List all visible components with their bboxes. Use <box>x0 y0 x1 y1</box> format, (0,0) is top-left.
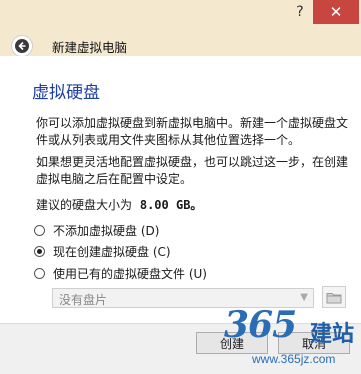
cancel-button[interactable]: 取消 <box>278 332 350 354</box>
radio-label: 现在创建虚拟硬盘 (C) <box>53 245 171 259</box>
chevron-down-icon: ▼ <box>300 292 308 303</box>
radio-existing-disk[interactable]: 使用已有的虚拟硬盘文件 (U) <box>34 265 207 282</box>
folder-icon <box>326 292 342 303</box>
wizard-title: 新建虚拟电脑 <box>52 40 128 55</box>
back-arrow-icon <box>15 39 29 53</box>
back-button[interactable] <box>11 35 33 57</box>
disk-select-value: 没有盘片 <box>59 293 108 307</box>
size-prefix: 建议的硬盘大小为 <box>36 198 133 212</box>
page-heading: 虚拟硬盘 <box>32 83 100 103</box>
close-button[interactable]: ✕ <box>313 0 359 24</box>
size-value: 8.00 GB。 <box>139 198 203 212</box>
radio-label: 使用已有的虚拟硬盘文件 (U) <box>53 267 207 281</box>
radio-create-disk[interactable]: 现在创建虚拟硬盘 (C) <box>34 243 171 260</box>
help-button[interactable]: ? <box>285 0 315 24</box>
radio-circle[interactable] <box>34 268 45 279</box>
hint-text: 如果想更灵活地配置虚拟硬盘，也可以跳过这一步，在创建虚拟电脑之后在配置中设定。 <box>36 155 349 186</box>
radio-circle[interactable] <box>34 225 45 236</box>
radio-label: 不添加虚拟硬盘 (D) <box>53 224 160 238</box>
description-text: 你可以添加虚拟硬盘到新虚拟电脑中。新建一个虚拟硬盘文件或从列表或用文件夹图标从其… <box>36 116 349 147</box>
recommended-size-text: 建议的硬盘大小为 8.00 GB。 <box>36 196 202 213</box>
radio-no-disk[interactable]: 不添加虚拟硬盘 (D) <box>34 222 159 239</box>
disk-select[interactable]: 没有盘片 ▼ <box>52 288 314 308</box>
divider <box>0 56 361 66</box>
radio-circle-selected[interactable] <box>34 246 45 257</box>
choose-disk-button[interactable] <box>322 286 346 308</box>
create-button[interactable]: 创建 <box>196 332 268 354</box>
